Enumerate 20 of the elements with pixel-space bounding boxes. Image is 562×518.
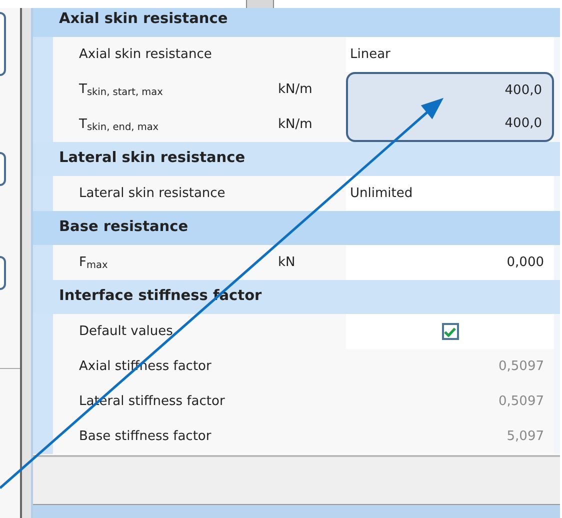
unit-label: kN <box>278 254 296 272</box>
value-field[interactable]: Unlimited <box>346 176 554 211</box>
value-field[interactable]: Linear <box>346 37 554 72</box>
section-header[interactable]: Lateral skin resistance <box>33 142 560 176</box>
value-field[interactable]: 400,0 <box>346 72 554 107</box>
value-field[interactable]: 0,000 <box>346 245 554 280</box>
property-label: Base stiffness factor <box>79 428 212 446</box>
property-label: Lateral skin resistance <box>79 184 226 203</box>
property-label: Default values <box>79 322 173 341</box>
scrollbar-thumb[interactable] <box>246 0 274 8</box>
property-label: F$_{max}$ <box>79 254 108 272</box>
section-header[interactable]: Axial skin resistance <box>33 8 560 37</box>
section-header[interactable]: Base resistance <box>33 211 560 245</box>
property-label: Axial skin resistance <box>79 46 212 64</box>
unit-label: kN/m <box>278 80 312 99</box>
property-label: T$_{skin, end, max}$ <box>79 116 159 134</box>
value-field[interactable]: 400,0 <box>346 107 554 142</box>
property-label: T$_{skin, start, max}$ <box>79 80 163 100</box>
checkbox[interactable] <box>442 323 458 340</box>
unit-label: kN/m <box>278 116 312 134</box>
